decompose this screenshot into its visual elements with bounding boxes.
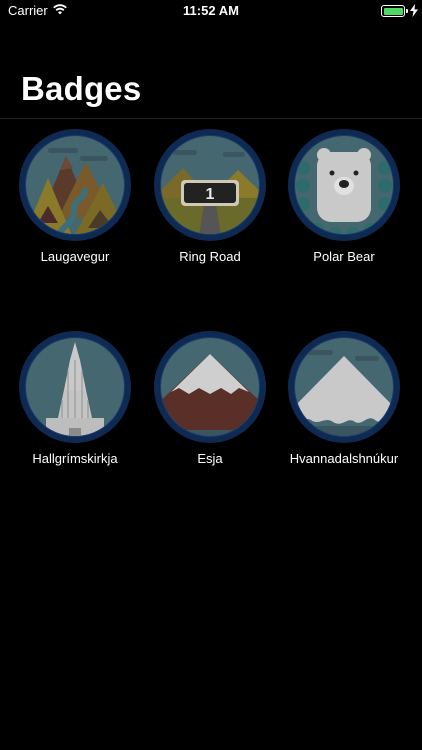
badge-label: Esja <box>197 451 223 466</box>
clock-time: 11:52 AM <box>183 3 239 18</box>
badge-ring-road[interactable]: 1 Ring Road <box>143 128 277 278</box>
badge-laugavegur[interactable]: Laugavegur <box>8 128 142 278</box>
badge-label: Hvannadalshnúkur <box>289 451 399 466</box>
badge-esja[interactable]: Esja <box>143 330 277 480</box>
badge-label: Laugavegur <box>40 249 110 264</box>
battery-icon <box>381 5 405 17</box>
glacier-peak-badge-icon <box>288 331 400 443</box>
header-divider <box>0 118 422 119</box>
badge-label: Ring Road <box>179 249 241 264</box>
ring-road-sign-number: 1 <box>206 186 215 203</box>
mountain-trail-badge-icon <box>19 129 131 241</box>
badge-label: Hallgrímskirkja <box>32 451 118 466</box>
snowy-mountain-badge-icon <box>154 331 266 443</box>
page-title: Badges <box>21 70 142 107</box>
badge-label: Polar Bear <box>313 249 375 264</box>
polar-bear-badge-icon <box>288 129 400 241</box>
status-bar: Carrier 11:52 AM <box>0 0 422 22</box>
church-tower-badge-icon <box>19 331 131 443</box>
badge-hallgrimskirkja[interactable]: Hallgrímskirkja <box>8 330 142 480</box>
ring-road-sign-badge-icon: 1 <box>154 129 266 241</box>
battery-tip <box>406 9 408 13</box>
charging-bolt-icon <box>410 4 418 17</box>
badge-polar-bear[interactable]: Polar Bear <box>277 128 411 278</box>
badge-hvannadalshnukur[interactable]: Hvannadalshnúkur <box>277 330 411 480</box>
